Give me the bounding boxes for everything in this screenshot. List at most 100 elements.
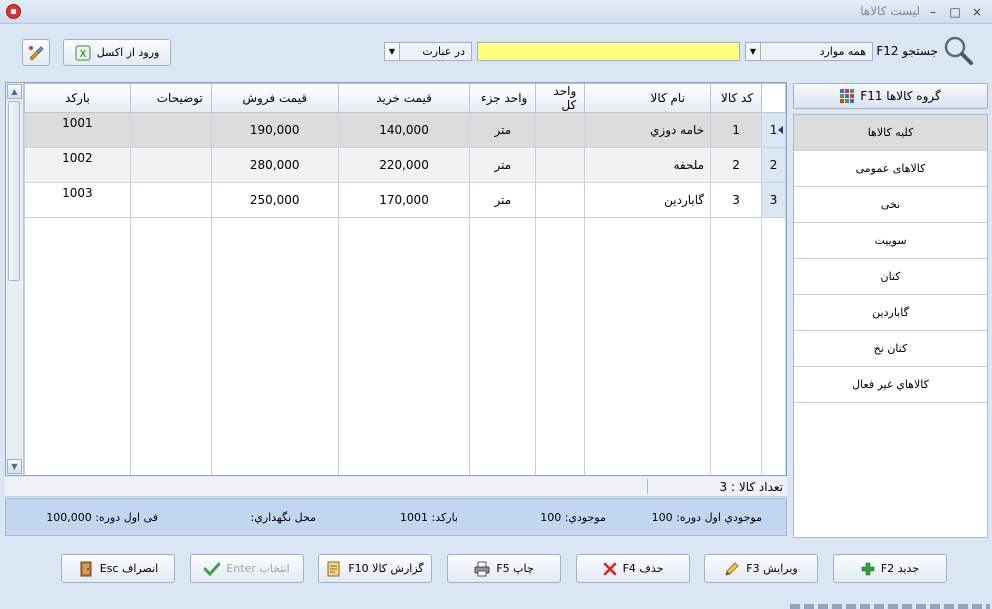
vertical-scrollbar[interactable]: ▲ ▼ — [6, 83, 24, 475]
grid-icon — [840, 89, 855, 103]
table-row-empty — [24, 217, 786, 475]
group-item-all[interactable]: کلیه کالاها — [794, 115, 987, 151]
group-item-linen[interactable]: کتان — [794, 259, 987, 295]
new-button[interactable]: جدید F2 — [833, 554, 947, 583]
item-count: تعداد کالا : 3 — [719, 480, 783, 494]
cancel-button[interactable]: انصراف Esc — [61, 554, 175, 583]
cell-name[interactable]: ملحفه — [584, 147, 712, 183]
search-input[interactable] — [477, 42, 740, 61]
cell-description[interactable] — [129, 182, 212, 218]
group-item-inactive[interactable]: کالاهاي غير فعال — [794, 367, 987, 403]
import-excel-button[interactable]: ورود از اکسل X — [63, 39, 171, 66]
table-header: کد کالا نام کالا واحد کل واحد جزء قیمت خ… — [24, 83, 786, 113]
chevron-down-icon[interactable]: ▼ — [746, 43, 761, 60]
scroll-down-icon[interactable]: ▼ — [7, 459, 22, 474]
cell-code[interactable]: 2 — [710, 147, 763, 183]
column-header-barcode[interactable]: بارکد — [24, 83, 131, 113]
cell-barcode[interactable]: 1002 — [24, 147, 131, 183]
cell-barcode[interactable]: 1001 — [24, 112, 131, 148]
cell-buy-price[interactable]: 140,000 — [337, 112, 471, 148]
maximize-button[interactable]: □ — [946, 3, 964, 21]
edit-button[interactable]: ویرایش F3 — [704, 554, 818, 583]
import-excel-label: ورود از اکسل — [96, 46, 160, 59]
minimize-button[interactable]: – — [924, 3, 942, 21]
cell-name[interactable]: گاباردين — [584, 182, 712, 218]
group-item-general[interactable]: کالاهای عمومی — [794, 151, 987, 187]
table-row[interactable]: 2 2 ملحفه متر 220,000 280,000 1002 — [24, 147, 786, 183]
cell-name[interactable]: خامه دوزي — [584, 112, 712, 148]
item-report-button[interactable]: گزارش کالا F10 — [318, 554, 432, 583]
cell-description[interactable] — [129, 112, 212, 148]
select-button[interactable]: انتخاب Enter — [190, 554, 304, 583]
cell-unit-part[interactable]: متر — [469, 112, 537, 148]
row-header-corner — [761, 83, 786, 113]
column-header-buy-price[interactable]: قیمت خرید — [337, 83, 471, 113]
theme-button[interactable] — [22, 39, 50, 66]
table-row[interactable]: 1 1 خامه دوزي متر 140,000 190,000 1001 — [24, 112, 786, 148]
search-scope-select[interactable]: همه موارد ▼ — [745, 42, 873, 61]
item-count-bar: تعداد کالا : 3 — [5, 477, 787, 497]
barcode-info: بارکد: 1001 — [400, 511, 458, 524]
delete-label: حذف F4 — [622, 562, 664, 575]
opening-stock: موجودي اول دوره: 100 — [651, 511, 762, 524]
row-number[interactable]: 2 — [761, 147, 786, 183]
action-bar: جدید F2 ویرایش F3 حذف F4 چاپ F5 گزارش کا… — [0, 540, 992, 609]
current-stock: موجودي: 100 — [540, 511, 606, 524]
match-mode-select[interactable]: در عبارت ▼ — [384, 42, 472, 61]
delete-button[interactable]: حذف F4 — [576, 554, 690, 583]
cell-buy-price[interactable]: 170,000 — [337, 182, 471, 218]
plus-icon — [861, 562, 875, 575]
column-header-code[interactable]: کد کالا — [710, 83, 763, 113]
close-button[interactable]: × — [968, 3, 986, 21]
print-label: چاپ F5 — [496, 562, 534, 575]
cell-sell-price[interactable]: 190,000 — [210, 112, 339, 148]
column-header-name[interactable]: نام کالا — [584, 83, 712, 113]
cell-unit-total[interactable] — [535, 182, 586, 218]
column-header-sell-price[interactable]: قیمت فروش — [210, 83, 339, 113]
app-icon[interactable] — [6, 4, 21, 19]
item-info-panel: موجودي اول دوره: 100 موجودي: 100 بارکد: … — [5, 498, 787, 536]
table-row[interactable]: 3 3 گاباردين متر 170,000 250,000 1003 — [24, 182, 786, 218]
group-item-cotton[interactable]: نخی — [794, 187, 987, 223]
exit-door-icon — [80, 561, 92, 576]
scroll-thumb[interactable] — [8, 101, 20, 281]
paint-brush-icon — [29, 45, 44, 61]
cell-barcode[interactable]: 1003 — [24, 182, 131, 218]
divider — [647, 479, 648, 494]
cell-sell-price[interactable]: 280,000 — [210, 147, 339, 183]
new-label: جدید F2 — [880, 562, 920, 575]
cell-code[interactable]: 3 — [710, 182, 763, 218]
search-scope-value: همه موارد — [819, 45, 866, 58]
column-header-description[interactable]: توضیحات — [129, 83, 212, 113]
item-groups-button[interactable]: گروه کالاها F11 — [793, 83, 988, 109]
row-number[interactable]: 3 — [761, 182, 786, 218]
cell-sell-price[interactable]: 250,000 — [210, 182, 339, 218]
status-strip — [790, 604, 990, 609]
printer-icon — [474, 561, 490, 576]
cell-buy-price[interactable]: 220,000 — [337, 147, 471, 183]
chevron-down-icon[interactable]: ▼ — [385, 43, 400, 60]
match-mode-value: در عبارت — [422, 45, 465, 58]
column-header-unit-total[interactable]: واحد کل — [535, 83, 586, 113]
cell-unit-part[interactable]: متر — [469, 147, 537, 183]
search-label: جستجو F12 — [876, 44, 938, 58]
cell-unit-part[interactable]: متر — [469, 182, 537, 218]
group-item-suite[interactable]: سوییت — [794, 223, 987, 259]
column-header-unit-part[interactable]: واحد جزء — [469, 83, 537, 113]
select-label: انتخاب Enter — [226, 562, 290, 575]
group-item-gabardine[interactable]: گاباردین — [794, 295, 987, 331]
svg-text:X: X — [79, 49, 86, 60]
pencil-icon — [725, 561, 739, 576]
cell-unit-total[interactable] — [535, 112, 586, 148]
print-button[interactable]: چاپ F5 — [447, 554, 561, 583]
row-pointer-icon — [778, 126, 783, 134]
delete-x-icon — [603, 562, 616, 575]
opening-price: فی اول دوره: 100,000 — [46, 511, 158, 524]
scroll-up-icon[interactable]: ▲ — [7, 84, 22, 99]
group-item-linen-cotton[interactable]: کتان نخ — [794, 331, 987, 367]
row-number[interactable]: 1 — [761, 112, 786, 148]
search-icon[interactable] — [942, 34, 974, 66]
cell-description[interactable] — [129, 147, 212, 183]
cell-unit-total[interactable] — [535, 147, 586, 183]
cell-code[interactable]: 1 — [710, 112, 763, 148]
